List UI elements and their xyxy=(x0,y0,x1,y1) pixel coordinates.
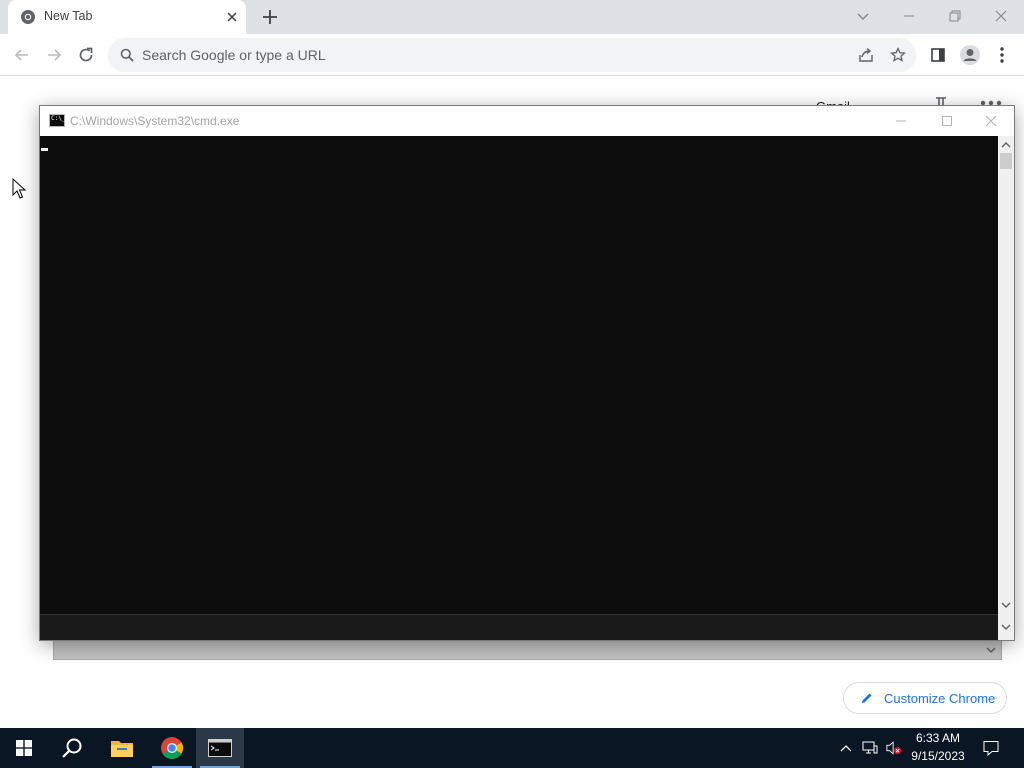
cmd-console-area[interactable] xyxy=(40,136,998,614)
side-panel-icon xyxy=(931,48,945,62)
cmd-app-icon: C:\_ xyxy=(49,114,65,127)
reload-icon xyxy=(79,47,93,62)
kebab-menu-icon xyxy=(1000,47,1004,63)
file-explorer-icon xyxy=(111,741,133,757)
reload-button[interactable] xyxy=(74,43,98,67)
tab-new-tab[interactable]: New Tab xyxy=(8,0,246,34)
chrome-favicon-icon xyxy=(21,10,35,24)
clock-time[interactable]: 6:33 AM xyxy=(908,731,968,745)
taskbar-cmd[interactable] xyxy=(196,728,244,768)
scroll-down-arrow-icon[interactable] xyxy=(1000,599,1012,611)
cmd-bottom-strip xyxy=(40,614,1014,640)
chevron-down-icon[interactable] xyxy=(1000,621,1012,633)
tab-title: New Tab xyxy=(44,9,93,23)
tab-search-button[interactable] xyxy=(845,2,881,30)
volume-button[interactable] xyxy=(886,740,902,756)
customize-chrome-button[interactable]: Customize Chrome xyxy=(843,682,1007,714)
taskbar xyxy=(0,728,1024,768)
profile-button[interactable] xyxy=(958,43,982,67)
notification-icon xyxy=(983,741,999,756)
restore-icon xyxy=(949,10,961,22)
mouse-cursor-icon xyxy=(12,178,26,199)
network-icon xyxy=(862,741,878,754)
cmd-minimize-button[interactable] xyxy=(878,106,924,136)
cmd-close-button[interactable] xyxy=(968,106,1014,136)
pencil-icon xyxy=(862,693,872,703)
chrome-menu-button[interactable] xyxy=(990,43,1014,67)
cmd-titlebar[interactable]: C:\_ C:\Windows\System32\cmd.exe xyxy=(40,106,1014,136)
network-button[interactable] xyxy=(862,740,878,756)
side-panel-button[interactable] xyxy=(926,43,950,67)
new-tab-plus-icon[interactable] xyxy=(258,5,282,29)
back-button[interactable] xyxy=(10,43,34,67)
profile-icon xyxy=(960,45,980,65)
minimize-button[interactable] xyxy=(891,2,927,30)
customize-chrome-label: Customize Chrome xyxy=(884,691,996,706)
scroll-up-arrow-icon[interactable] xyxy=(1000,139,1012,151)
show-hidden-chevron-icon xyxy=(840,745,852,752)
search-icon xyxy=(62,738,82,758)
start-icon xyxy=(16,740,32,756)
omnibox[interactable]: Search Google or type a URL xyxy=(108,38,916,72)
minimize-icon xyxy=(904,15,914,17)
star-icon[interactable] xyxy=(890,47,906,63)
desktop-screen: New Tab Search Google or type a URL Cust… xyxy=(0,0,1024,768)
back-arrow-icon xyxy=(14,49,28,61)
volume-muted-icon xyxy=(886,741,902,755)
cmd-window[interactable]: C:\_ C:\Windows\System32\cmd.exe xyxy=(39,105,1015,641)
start-button[interactable] xyxy=(0,728,48,768)
text-cursor xyxy=(41,148,48,151)
close-icon xyxy=(985,115,997,127)
action-center-button[interactable] xyxy=(983,740,999,756)
chrome-icon xyxy=(161,737,183,759)
cmd-vertical-scrollbar[interactable] xyxy=(998,136,1014,614)
restore-button[interactable] xyxy=(937,2,973,30)
taskbar-search-button[interactable] xyxy=(48,728,96,768)
tab-close-icon[interactable] xyxy=(224,9,240,25)
cmd-title: C:\Windows\System32\cmd.exe xyxy=(70,114,240,128)
forward-arrow-icon xyxy=(48,49,62,61)
scrollbar-thumb[interactable] xyxy=(1000,153,1012,169)
search-icon xyxy=(120,48,134,62)
share-icon[interactable] xyxy=(858,47,874,63)
cmd-icon xyxy=(208,739,232,757)
cmd-footer-scrollbar[interactable] xyxy=(998,614,1014,640)
background-window-edge xyxy=(53,640,1002,660)
close-button[interactable] xyxy=(983,2,1019,30)
tab-strip: New Tab xyxy=(0,0,1024,34)
chevron-down-icon xyxy=(986,647,996,653)
tab-search-chevron-icon xyxy=(857,13,869,20)
cmd-maximize-button[interactable] xyxy=(924,106,970,136)
taskbar-file-explorer[interactable] xyxy=(98,728,146,768)
cmd-app-icon-text: C:\_ xyxy=(51,115,66,122)
forward-button[interactable] xyxy=(42,43,66,67)
omnibox-placeholder: Search Google or type a URL xyxy=(142,47,326,63)
browser-toolbar: Search Google or type a URL xyxy=(0,34,1024,76)
taskbar-chrome[interactable] xyxy=(148,728,196,768)
minimize-icon xyxy=(896,120,906,122)
close-icon xyxy=(995,10,1007,22)
clock-date[interactable]: 9/15/2023 xyxy=(908,749,968,763)
maximize-icon xyxy=(942,116,952,126)
show-hidden-icons-button[interactable] xyxy=(838,740,854,756)
